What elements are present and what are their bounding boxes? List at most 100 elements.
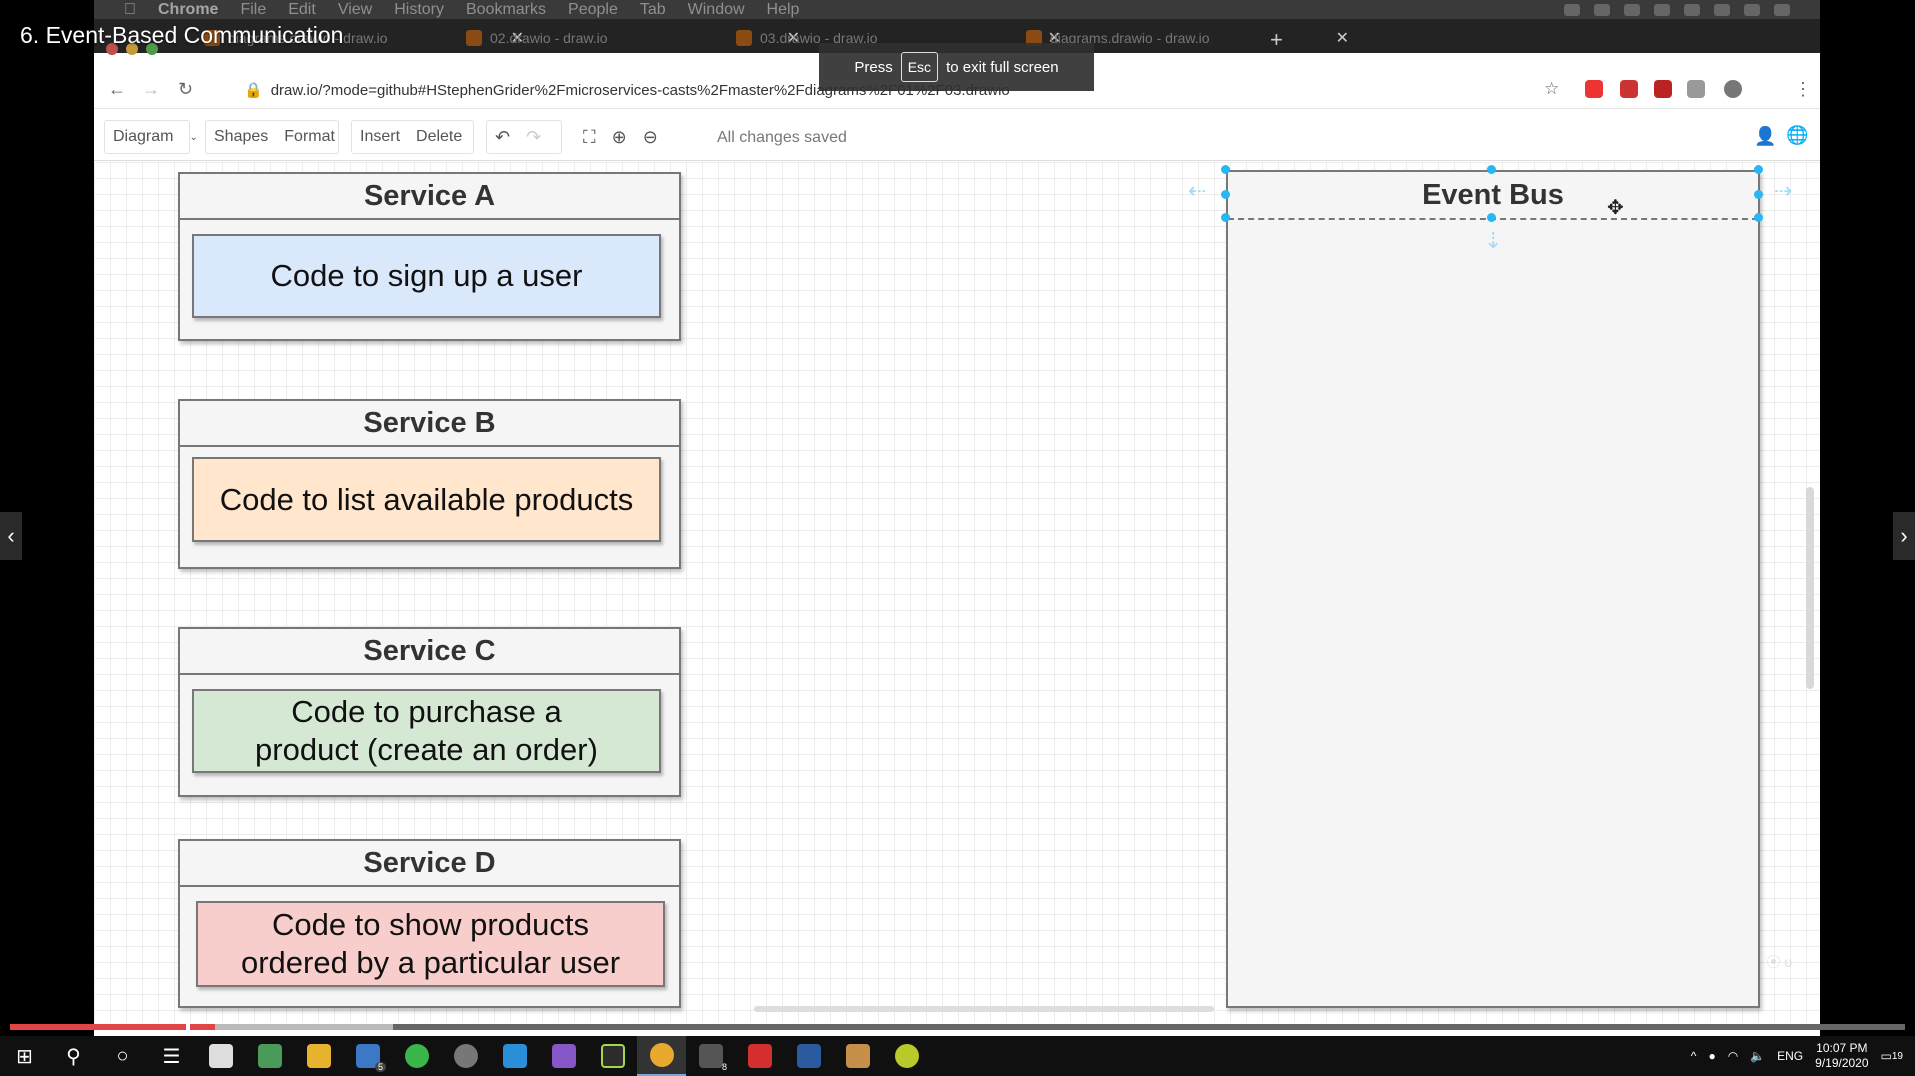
app-icon[interactable]: 8: [686, 1036, 735, 1076]
task-view-icon[interactable]: ☰: [147, 1036, 196, 1076]
format-button[interactable]: Format: [284, 128, 335, 146]
visual-studio-icon[interactable]: [539, 1036, 588, 1076]
resize-handle[interactable]: [1754, 190, 1763, 199]
menu-tab[interactable]: Tab: [640, 1, 666, 19]
network-icon[interactable]: ◠: [1728, 1049, 1738, 1063]
mail-icon[interactable]: 5: [343, 1036, 392, 1076]
menu-bookmarks[interactable]: Bookmarks: [466, 1, 546, 19]
status-icon[interactable]: [1624, 3, 1640, 16]
delete-button[interactable]: Delete: [416, 128, 462, 146]
notifications-icon[interactable]: ▭: [1881, 1049, 1892, 1063]
wechat-icon[interactable]: [392, 1036, 441, 1076]
bookmark-star-icon[interactable]: ☆: [1544, 79, 1559, 99]
service-c-box[interactable]: Service C Code to purchase a product (cr…: [178, 627, 681, 797]
next-lecture-icon[interactable]: ›: [1893, 512, 1915, 560]
forward-icon[interactable]: →: [142, 79, 160, 100]
previous-lecture-icon[interactable]: ‹: [0, 512, 22, 560]
chrome-menu-icon[interactable]: ⋮: [1794, 79, 1812, 100]
diagram-menu-button[interactable]: Diagram ⌄: [104, 120, 198, 154]
diagram-canvas[interactable]: Service A Code to sign up a user Service…: [94, 162, 1820, 1022]
extension-icon[interactable]: [1654, 80, 1672, 98]
app-icon[interactable]: [882, 1036, 931, 1076]
arrow-left-icon[interactable]: ⇠: [1188, 178, 1206, 204]
sourcetree-icon[interactable]: [245, 1036, 294, 1076]
resize-handle[interactable]: [1487, 213, 1496, 222]
apple-icon[interactable]: : [124, 1, 136, 19]
service-title: Service C: [180, 629, 679, 675]
insert-button[interactable]: Insert: [360, 128, 400, 146]
drawio-favicon-icon: [466, 30, 482, 46]
menu-people[interactable]: People: [568, 1, 618, 19]
tray-app-icon[interactable]: ●: [1708, 1049, 1715, 1063]
arrow-right-icon[interactable]: ⇢: [1774, 178, 1792, 204]
acrobat-icon[interactable]: [735, 1036, 784, 1076]
redo-icon[interactable]: ↷: [526, 127, 541, 148]
service-code-box[interactable]: Code to sign up a user: [192, 234, 661, 318]
battery-icon[interactable]: [1684, 3, 1700, 16]
resize-handle[interactable]: [1754, 165, 1763, 174]
service-b-box[interactable]: Service B Code to list available product…: [178, 399, 681, 569]
resize-handle[interactable]: [1487, 165, 1496, 174]
opera-extension-icon[interactable]: [1585, 80, 1603, 98]
chrome-icon[interactable]: [637, 1036, 686, 1076]
resize-handle[interactable]: [1221, 190, 1230, 199]
chevron-up-icon[interactable]: ^: [1691, 1049, 1697, 1063]
close-tab-icon[interactable]: ✕: [1336, 28, 1349, 48]
search-icon[interactable]: ⚲: [49, 1036, 98, 1076]
vscode-icon[interactable]: [490, 1036, 539, 1076]
profile-avatar[interactable]: [1724, 80, 1742, 98]
globe-icon[interactable]: 🌐: [1786, 125, 1808, 146]
progress-knob[interactable]: [186, 1021, 190, 1033]
pycharm-icon[interactable]: [588, 1036, 637, 1076]
user-icon[interactable]: 👤: [1754, 126, 1776, 147]
menu-chrome[interactable]: Chrome: [158, 1, 218, 19]
status-icon[interactable]: [1594, 3, 1610, 16]
app-icon[interactable]: [833, 1036, 882, 1076]
event-bus-box[interactable]: Event Bus: [1226, 170, 1760, 1008]
resize-handle[interactable]: [1221, 213, 1230, 222]
menu-history[interactable]: History: [394, 1, 444, 19]
service-d-box[interactable]: Service D Code to show products ordered …: [178, 839, 681, 1008]
search-icon[interactable]: [1714, 3, 1730, 16]
notifications-count: 19: [1891, 1050, 1903, 1062]
menu-file[interactable]: File: [240, 1, 266, 19]
resize-handle[interactable]: [1754, 213, 1763, 222]
app-icon[interactable]: [441, 1036, 490, 1076]
service-code-box[interactable]: Code to list available products: [192, 457, 661, 542]
undo-icon[interactable]: ↶: [495, 127, 510, 148]
resize-handle[interactable]: [1221, 165, 1230, 174]
menu-window[interactable]: Window: [688, 1, 745, 19]
menu-edit[interactable]: Edit: [288, 1, 316, 19]
horizontal-scrollbar[interactable]: [754, 1006, 1214, 1012]
arrow-down-icon[interactable]: ⇣: [1484, 228, 1502, 254]
back-icon[interactable]: ←: [108, 79, 126, 100]
service-code-box[interactable]: Code to show products ordered by a parti…: [196, 901, 665, 987]
cortana-icon[interactable]: ○: [98, 1036, 147, 1076]
vertical-scrollbar[interactable]: [1806, 487, 1814, 689]
new-tab-icon[interactable]: +: [1270, 27, 1283, 53]
service-code-box[interactable]: Code to purchase a product (create an or…: [192, 689, 661, 773]
language-indicator[interactable]: ENG: [1777, 1049, 1803, 1063]
file-explorer-icon[interactable]: [294, 1036, 343, 1076]
extension-icon[interactable]: [1620, 80, 1638, 98]
clock[interactable]: 10:07 PM 9/19/2020: [1815, 1041, 1868, 1071]
service-a-box[interactable]: Service A Code to sign up a user: [178, 172, 681, 341]
extension-icon[interactable]: [1687, 80, 1705, 98]
chevron-down-icon: ⌄: [189, 131, 198, 143]
menu-view[interactable]: View: [338, 1, 372, 19]
video-progress-bar[interactable]: [10, 1021, 1905, 1033]
menu-help[interactable]: Help: [767, 1, 800, 19]
zoom-in-icon[interactable]: ⊕: [612, 127, 627, 148]
app-icon[interactable]: [196, 1036, 245, 1076]
siri-icon[interactable]: [1744, 3, 1760, 16]
start-icon[interactable]: ⊞: [0, 1036, 49, 1076]
zoom-out-icon[interactable]: ⊖: [643, 127, 658, 148]
shapes-button[interactable]: Shapes: [214, 128, 268, 146]
volume-icon[interactable]: 🔈: [1750, 1049, 1765, 1063]
fullscreen-icon[interactable]: ⛶: [583, 127, 596, 148]
wifi-icon[interactable]: [1654, 3, 1670, 16]
notification-center-icon[interactable]: [1774, 3, 1790, 16]
app-icon[interactable]: [784, 1036, 833, 1076]
status-icon[interactable]: [1564, 3, 1580, 16]
reload-icon[interactable]: ↻: [178, 79, 193, 100]
